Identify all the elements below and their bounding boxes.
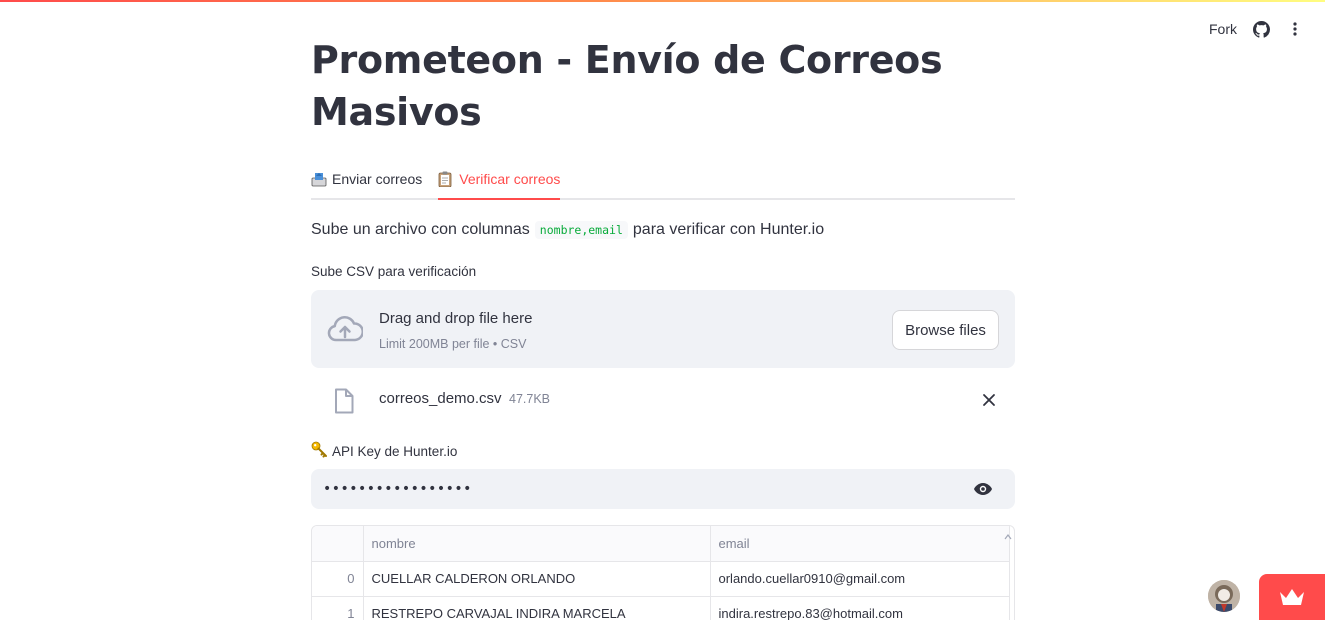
main-content: Prometeon - Envío de Correos Masivos Env… xyxy=(311,34,1015,620)
column-header-nombre[interactable]: nombre xyxy=(363,526,711,562)
row-index[interactable]: 0 xyxy=(312,561,364,597)
tab-verificar-correos[interactable]: Verificar correos xyxy=(438,158,561,200)
cell-email[interactable]: orlando.cuellar0910@gmail.com xyxy=(710,561,1010,597)
row-index[interactable]: 1 xyxy=(312,596,364,620)
streamlit-logo-icon[interactable] xyxy=(1259,574,1325,620)
dropzone-title: Drag and drop file here xyxy=(379,310,533,327)
file-size: 47.7KB xyxy=(509,392,551,406)
avatar[interactable] xyxy=(1208,580,1240,612)
clipboard-icon xyxy=(438,171,454,187)
cloud-upload-icon xyxy=(327,314,364,344)
dropzone-limit: Limit 200MB per file • CSV xyxy=(379,337,527,351)
more-options-icon[interactable] xyxy=(1285,19,1305,39)
cell-email[interactable]: indira.restrepo.83@hotmail.com xyxy=(710,596,1010,620)
fork-link[interactable]: Fork xyxy=(1209,21,1237,37)
outbox-tray-icon xyxy=(311,171,327,187)
table-row: 1 RESTREPO CARVAJAL INDIRA MARCELA indir… xyxy=(312,596,1010,620)
cell-nombre[interactable]: CUELLAR CALDERON ORLANDO xyxy=(363,561,711,597)
api-key-field[interactable] xyxy=(311,469,1015,509)
column-header-index[interactable] xyxy=(312,526,364,562)
page-title: Prometeon - Envío de Correos Masivos xyxy=(311,38,943,134)
uploaded-file: correos_demo.csv 47.7KB xyxy=(311,368,1015,432)
key-icon xyxy=(311,441,328,461)
header-decoration xyxy=(0,0,1325,2)
github-icon[interactable] xyxy=(1251,19,1271,39)
uploader-label: Sube CSV para verificación xyxy=(311,263,477,279)
intro-text: Sube un archivo con columnas nombre,emai… xyxy=(311,220,1015,240)
file-name: correos_demo.csv xyxy=(379,390,502,407)
table-row: 0 CUELLAR CALDERON ORLANDO orlando.cuell… xyxy=(312,561,1010,597)
app-toolbar: Fork xyxy=(1209,18,1305,40)
tab-label: Verificar correos xyxy=(459,171,561,187)
column-header-email[interactable]: email xyxy=(710,526,1010,562)
cell-nombre[interactable]: RESTREPO CARVAJAL INDIRA MARCELA xyxy=(363,596,711,620)
intro-after: para verificar con Hunter.io xyxy=(632,221,825,238)
browse-files-button[interactable]: Browse files xyxy=(892,310,999,350)
scroll-up-icon[interactable] xyxy=(1004,528,1012,540)
data-table[interactable]: nombre email 0 CUELLAR CALDERON ORLANDO … xyxy=(311,525,1015,620)
intro-code: nombre,email xyxy=(534,221,628,239)
api-key-input[interactable] xyxy=(311,469,961,509)
file-dropzone[interactable]: Drag and drop file here Limit 200MB per … xyxy=(311,290,1015,368)
api-key-label: API Key de Hunter.io xyxy=(311,441,1015,461)
tab-bar: Enviar correos Verificar correos xyxy=(311,158,1015,200)
tab-label: Enviar correos xyxy=(332,171,423,187)
file-icon xyxy=(333,388,355,414)
eye-icon[interactable] xyxy=(973,481,993,497)
api-key-label-text: API Key de Hunter.io xyxy=(332,443,458,459)
intro-before: Sube un archivo con columnas xyxy=(311,221,530,238)
table-header-row: nombre email xyxy=(312,526,1010,562)
tab-enviar-correos[interactable]: Enviar correos xyxy=(311,158,422,198)
close-icon[interactable] xyxy=(981,392,997,408)
